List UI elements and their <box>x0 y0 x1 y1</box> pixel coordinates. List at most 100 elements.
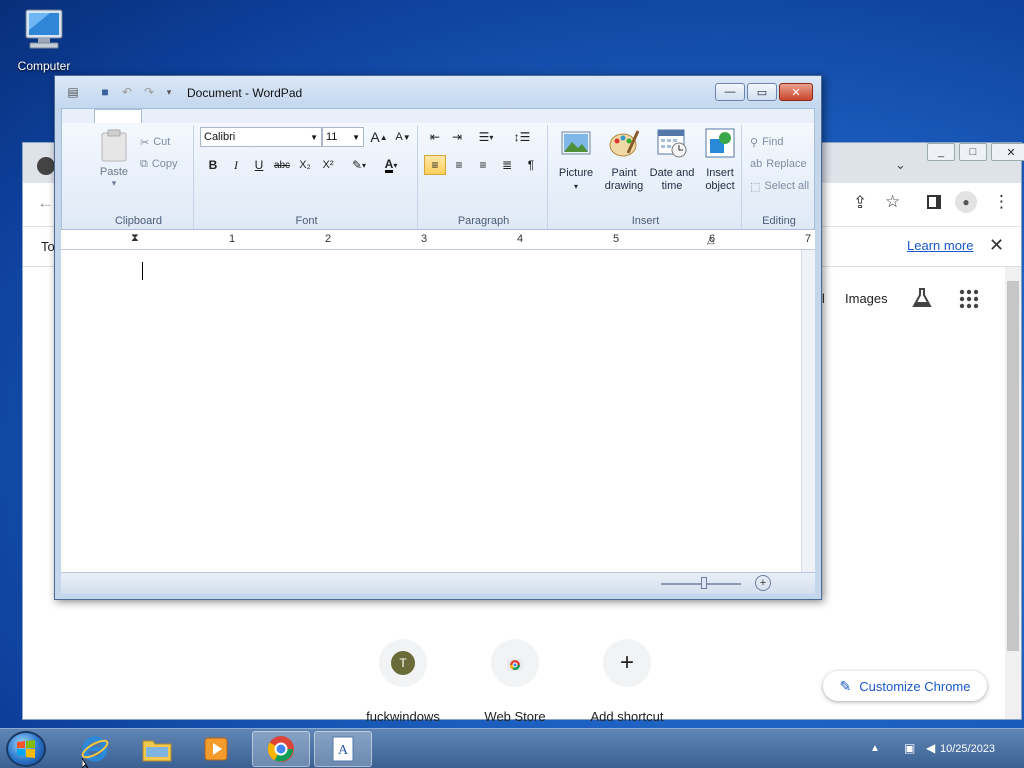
find-label: Find <box>762 136 784 148</box>
highlight-color-button[interactable]: ✎ ▾ <box>344 155 374 175</box>
profile-avatar-icon[interactable]: ● <box>955 191 977 213</box>
taskbar-wordpad[interactable]: A <box>314 731 372 767</box>
grow-font-icon: A <box>370 129 380 145</box>
apps-grid-icon[interactable] <box>959 289 979 309</box>
replace-button[interactable]: ab Replace <box>750 153 807 175</box>
chrome-close-button[interactable]: ✕ <box>991 143 1024 161</box>
line-spacing-button[interactable]: ↕☰ <box>506 127 538 147</box>
bookmark-star-icon[interactable]: ☆ <box>885 192 900 212</box>
ruler[interactable]: ⧗ 1 2 3 4 5 6 7 △ <box>61 230 815 250</box>
font-size-value: 11 <box>326 131 338 143</box>
chrome-menu-icon[interactable]: ⋮ <box>993 192 1010 212</box>
paint-drawing-button[interactable]: Paint drawing <box>600 127 648 193</box>
chrome-scrollbar[interactable] <box>1005 267 1021 719</box>
taskbar-chrome[interactable] <box>252 731 310 767</box>
zoom-slider-thumb[interactable] <box>701 577 707 589</box>
date-time-button[interactable]: Date and time <box>648 127 696 193</box>
highlighter-icon: ✎ <box>351 158 363 172</box>
align-right-button[interactable]: ≡ <box>472 155 494 175</box>
document-scrollbar[interactable] <box>801 250 815 572</box>
select-all-icon: ⬚ <box>750 180 761 193</box>
wordpad-window[interactable]: ▤ ■ ↶ ↷ ▾ Document - WordPad — ▭ ✕ Paste… <box>54 75 822 600</box>
desktop-icon-computer[interactable]: Computer <box>8 8 80 73</box>
clock-date[interactable]: 10/25/2023 <box>940 743 995 755</box>
shortcut-web-store[interactable]: Web Store <box>465 639 565 724</box>
add-shortcut-button[interactable]: + Add shortcut <box>577 639 677 724</box>
infobar-close-icon[interactable]: ✕ <box>989 235 1004 256</box>
font-size-select[interactable]: 11 ▼ <box>322 127 364 147</box>
align-left-button[interactable]: ≡ <box>424 155 446 175</box>
copy-button[interactable]: ⧉ Copy <box>140 153 178 175</box>
ruler-number: 1 <box>229 233 236 245</box>
volume-icon[interactable]: ◀ <box>926 741 935 755</box>
tab-home[interactable] <box>94 109 142 123</box>
shrink-font-button[interactable]: A ▼ <box>392 127 414 147</box>
paragraph-group-label: Paragraph <box>457 215 510 227</box>
paste-button[interactable]: Paste ▾ <box>92 129 136 189</box>
cut-button[interactable]: ✂ Cut <box>140 131 170 153</box>
grow-font-button[interactable]: A ▲ <box>368 127 390 147</box>
picture-label: Picture <box>558 167 594 179</box>
shortcut-label: Add shortcut <box>590 709 664 724</box>
italic-button[interactable]: I <box>225 155 247 175</box>
underline-button[interactable]: U <box>248 155 270 175</box>
learn-more-link[interactable]: Learn more <box>907 238 973 253</box>
superscript-button[interactable]: X² <box>317 155 339 175</box>
back-arrow-icon[interactable]: ← <box>37 193 54 213</box>
increase-indent-button[interactable]: ⇥ <box>446 127 468 147</box>
side-panel-icon[interactable] <box>927 195 941 209</box>
decrease-indent-button[interactable]: ⇤ <box>424 127 446 147</box>
find-binoculars-icon: ⚲ <box>750 136 759 149</box>
font-family-select[interactable]: Calibri ▼ <box>200 127 322 147</box>
indent-marker-icon[interactable]: ⧗ <box>131 232 143 246</box>
list-button[interactable]: ☰ ▾ <box>470 127 502 147</box>
taskbar-internet-explorer[interactable] <box>66 731 124 767</box>
customize-qat-icon[interactable]: ▾ <box>161 84 177 100</box>
show-hidden-icons-icon[interactable]: ▲ <box>870 743 880 754</box>
redo-icon[interactable]: ↷ <box>141 84 157 100</box>
zoom-in-icon[interactable]: + <box>755 575 771 591</box>
undo-icon[interactable]: ↶ <box>119 84 135 100</box>
close-button[interactable]: ✕ <box>779 83 813 101</box>
select-all-button[interactable]: ⬚ Select all <box>750 175 809 197</box>
taskbar-file-explorer[interactable] <box>128 731 186 767</box>
taskbar: A ▲ ▣ ◀ 10/25/2023 <box>0 728 1024 768</box>
start-button[interactable] <box>6 731 46 767</box>
bold-button[interactable]: B <box>202 155 224 175</box>
wordpad-app-icon[interactable]: ▤ <box>65 84 81 100</box>
text-color-button[interactable]: A ▾ <box>376 155 406 175</box>
text-color-icon: A <box>384 156 394 173</box>
wordpad-title-bar[interactable]: ▤ ■ ↶ ↷ ▾ Document - WordPad — ▭ ✕ <box>55 76 821 108</box>
strikethrough-button[interactable]: abc <box>271 155 293 175</box>
justify-button[interactable]: ≣ <box>496 155 518 175</box>
shortcut-fuckwindows[interactable]: T fuckwindows <box>353 639 453 724</box>
save-icon[interactable]: ■ <box>97 84 113 100</box>
customize-chrome-button[interactable]: ✎ Customize Chrome <box>823 671 987 701</box>
paste-icon <box>101 129 127 162</box>
network-icon[interactable]: ▣ <box>904 741 915 755</box>
paragraph-settings-button[interactable]: ¶ <box>520 155 542 175</box>
tab-search-chevron-icon[interactable]: ⌄ <box>895 157 906 173</box>
shortcut-label: Web Store <box>484 709 546 724</box>
images-link[interactable]: Images <box>845 291 888 306</box>
decrease-indent-icon: ⇤ <box>429 130 441 144</box>
labs-flask-icon[interactable] <box>911 287 933 309</box>
insert-picture-button[interactable]: Picture ▾ <box>552 127 600 193</box>
right-indent-marker-icon[interactable]: △ <box>707 235 715 246</box>
insert-group: Picture ▾ Paint drawing Date and time In… <box>550 125 742 229</box>
chrome-maximize-button[interactable]: □ <box>959 143 987 161</box>
share-icon[interactable]: ⇪ <box>853 193 867 213</box>
insert-object-button[interactable]: Insert object <box>696 127 744 193</box>
minimize-button[interactable]: — <box>715 83 745 101</box>
taskbar-media-player[interactable] <box>188 731 246 767</box>
paste-label: Paste <box>99 166 129 178</box>
chrome-minimize-button[interactable]: _ <box>927 143 955 161</box>
document-editor[interactable] <box>61 250 801 572</box>
maximize-button[interactable]: ▭ <box>747 83 777 101</box>
insert-group-label: Insert <box>631 215 660 227</box>
scrollbar-thumb[interactable] <box>1007 281 1019 651</box>
align-center-button[interactable]: ≡ <box>448 155 470 175</box>
shortcut-initial-avatar: T <box>391 651 415 675</box>
find-button[interactable]: ⚲ Find <box>750 131 783 153</box>
subscript-button[interactable]: X₂ <box>294 155 316 175</box>
